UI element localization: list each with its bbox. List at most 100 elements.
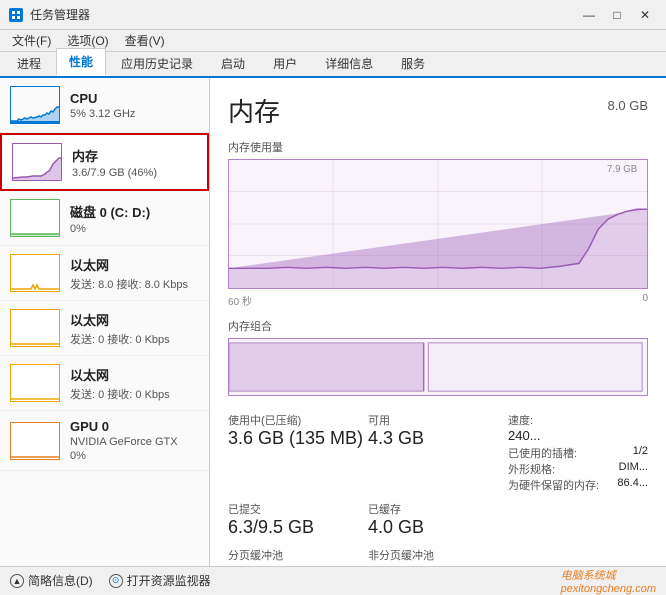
- resource-monitor-label: 打开资源监视器: [127, 572, 211, 589]
- stat-available-label: 可用: [368, 412, 508, 428]
- stat-in-use-value: 3.6 GB (135 MB): [228, 428, 368, 450]
- memory-combo-chart: [228, 338, 648, 396]
- sidebar-item-ethernet2[interactable]: 以太网 发送: 0 接收: 0 Kbps: [0, 301, 209, 356]
- chart-time-right: 0: [642, 293, 648, 308]
- memory-name: 内存: [72, 146, 197, 165]
- minimize-button[interactable]: —: [576, 5, 602, 25]
- stat-empty3: [508, 543, 648, 566]
- sidebar-item-memory[interactable]: 内存 3.6/7.9 GB (46%): [0, 133, 209, 191]
- stat-committed-label: 已提交: [228, 501, 368, 517]
- tab-details[interactable]: 详细信息: [312, 50, 386, 76]
- combo-label: 内存组合: [228, 318, 648, 334]
- memory-thumbnail: [12, 143, 62, 181]
- tab-processes[interactable]: 进程: [4, 50, 54, 76]
- resource-monitor-button[interactable]: ⊙ 打开资源监视器: [109, 572, 211, 589]
- ethernet1-name: 以太网: [70, 255, 199, 274]
- summary-label: 简略信息(D): [28, 572, 93, 589]
- sidebar-item-ethernet3[interactable]: 以太网 发送: 0 接收: 0 Kbps: [0, 356, 209, 411]
- ethernet1-stat: 发送: 8.0 接收: 8.0 Kbps: [70, 276, 199, 292]
- svg-text:7.9 GB: 7.9 GB: [607, 164, 637, 175]
- maximize-button[interactable]: □: [604, 5, 630, 25]
- summary-button[interactable]: ▲ 简略信息(D): [10, 572, 93, 589]
- stat-reserved-label: 为硬件保留的内存:: [508, 477, 599, 493]
- tab-performance[interactable]: 性能: [56, 48, 106, 76]
- memory-title: 内存: [228, 92, 280, 129]
- stats-grid: 使用中(已压缩) 3.6 GB (135 MB) 可用 4.3 GB 速度: 2…: [228, 408, 648, 566]
- stat-form-value: DIM...: [619, 461, 648, 477]
- disk-thumbnail: [10, 199, 60, 237]
- sidebar-item-ethernet1[interactable]: 以太网 发送: 8.0 接收: 8.0 Kbps: [0, 246, 209, 301]
- disk-info: 磁盘 0 (C: D:) 0%: [70, 202, 199, 235]
- window-title: 任务管理器: [30, 6, 90, 23]
- tab-users[interactable]: 用户: [260, 50, 310, 76]
- stat-committed: 已提交 6.3/9.5 GB: [228, 497, 368, 543]
- status-bar: ▲ 简略信息(D) ⊙ 打开资源监视器 电脑系统城 pexitongcheng.…: [0, 566, 666, 594]
- ethernet2-name: 以太网: [70, 310, 199, 329]
- cpu-stat: 5% 3.12 GHz: [70, 108, 199, 120]
- resource-monitor-icon: ⊙: [109, 574, 123, 588]
- disk-name: 磁盘 0 (C: D:): [70, 202, 199, 221]
- chart-time-left: 60 秒: [228, 293, 252, 308]
- menu-view[interactable]: 查看(V): [117, 30, 173, 51]
- stat-nonpaged-value: 180 MB: [368, 563, 508, 566]
- title-bar-left: 任务管理器: [8, 6, 90, 23]
- stat-speed: 速度: 240... 已使用的插槽: 1/2 外形规格: DIM... 为硬件保…: [508, 408, 648, 497]
- close-button[interactable]: ✕: [632, 5, 658, 25]
- ethernet1-thumbnail: [10, 254, 60, 292]
- cpu-thumbnail: [10, 86, 60, 124]
- right-header: 内存 8.0 GB: [228, 92, 648, 129]
- tab-startup[interactable]: 启动: [208, 50, 258, 76]
- gpu-stat: NVIDIA GeForce GTX: [70, 436, 199, 448]
- ethernet3-name: 以太网: [70, 365, 199, 384]
- watermark-highlight: 电脑系统城: [561, 570, 616, 582]
- left-panel: CPU 5% 3.12 GHz 内存 3.6/7.9 GB (46%): [0, 78, 210, 566]
- tab-bar: 进程 性能 应用历史记录 启动 用户 详细信息 服务: [0, 52, 666, 78]
- menu-file[interactable]: 文件(F): [4, 30, 59, 51]
- memory-stat: 3.6/7.9 GB (46%): [72, 167, 197, 179]
- stat-speed-value: 240...: [508, 428, 648, 443]
- stat-cached-label: 已缓存: [368, 501, 508, 517]
- ethernet3-stat: 发送: 0 接收: 0 Kbps: [70, 386, 199, 402]
- stat-paged-value: 324 MB: [228, 563, 368, 566]
- app-icon: [8, 7, 24, 23]
- ethernet2-stat: 发送: 0 接收: 0 Kbps: [70, 331, 199, 347]
- sidebar-item-disk[interactable]: 磁盘 0 (C: D:) 0%: [0, 191, 209, 246]
- ethernet3-info: 以太网 发送: 0 接收: 0 Kbps: [70, 365, 199, 402]
- cpu-info: CPU 5% 3.12 GHz: [70, 91, 199, 120]
- gpu-name: GPU 0: [70, 419, 199, 434]
- chart-usage-label: 内存使用量: [228, 139, 648, 155]
- memory-total: 8.0 GB: [608, 98, 648, 113]
- stat-paged-label: 分页缓冲池: [228, 547, 368, 563]
- ethernet3-thumbnail: [10, 364, 60, 402]
- memory-info: 内存 3.6/7.9 GB (46%): [72, 146, 197, 179]
- stat-form-label: 外形规格:: [508, 461, 555, 477]
- tab-app-history[interactable]: 应用历史记录: [108, 50, 206, 76]
- stat-slots-label: 已使用的插槽:: [508, 445, 577, 461]
- gpu-info: GPU 0 NVIDIA GeForce GTX 0%: [70, 419, 199, 462]
- watermark: 电脑系统城 pexitongcheng.com: [561, 567, 656, 595]
- tab-services[interactable]: 服务: [388, 50, 438, 76]
- sidebar-item-cpu[interactable]: CPU 5% 3.12 GHz: [0, 78, 209, 133]
- stat-available-value: 4.3 GB: [368, 428, 508, 450]
- stat-slots-value: 1/2: [633, 445, 648, 461]
- ethernet2-thumbnail: [10, 309, 60, 347]
- sidebar-item-gpu[interactable]: GPU 0 NVIDIA GeForce GTX 0%: [0, 411, 209, 471]
- stat-in-use-label: 使用中(已压缩): [228, 412, 368, 428]
- title-bar: 任务管理器 — □ ✕: [0, 0, 666, 30]
- stat-cached-value: 4.0 GB: [368, 517, 508, 539]
- stat-nonpaged-pool: 非分页缓冲池 180 MB: [368, 543, 508, 566]
- summary-icon: ▲: [10, 574, 24, 588]
- stat-nonpaged-label: 非分页缓冲池: [368, 547, 508, 563]
- stat-committed-value: 6.3/9.5 GB: [228, 517, 368, 539]
- ethernet2-info: 以太网 发送: 0 接收: 0 Kbps: [70, 310, 199, 347]
- stat-empty2: [508, 497, 648, 543]
- cpu-name: CPU: [70, 91, 199, 106]
- gpu-stat2: 0%: [70, 450, 199, 462]
- stat-speed-label: 速度:: [508, 412, 648, 428]
- stat-in-use: 使用中(已压缩) 3.6 GB (135 MB): [228, 408, 368, 497]
- chart-time-labels: 60 秒 0: [228, 293, 648, 308]
- gpu-thumbnail: [10, 422, 60, 460]
- disk-stat: 0%: [70, 223, 199, 235]
- stat-available: 可用 4.3 GB: [368, 408, 508, 497]
- memory-usage-chart: 7.9 GB: [228, 159, 648, 289]
